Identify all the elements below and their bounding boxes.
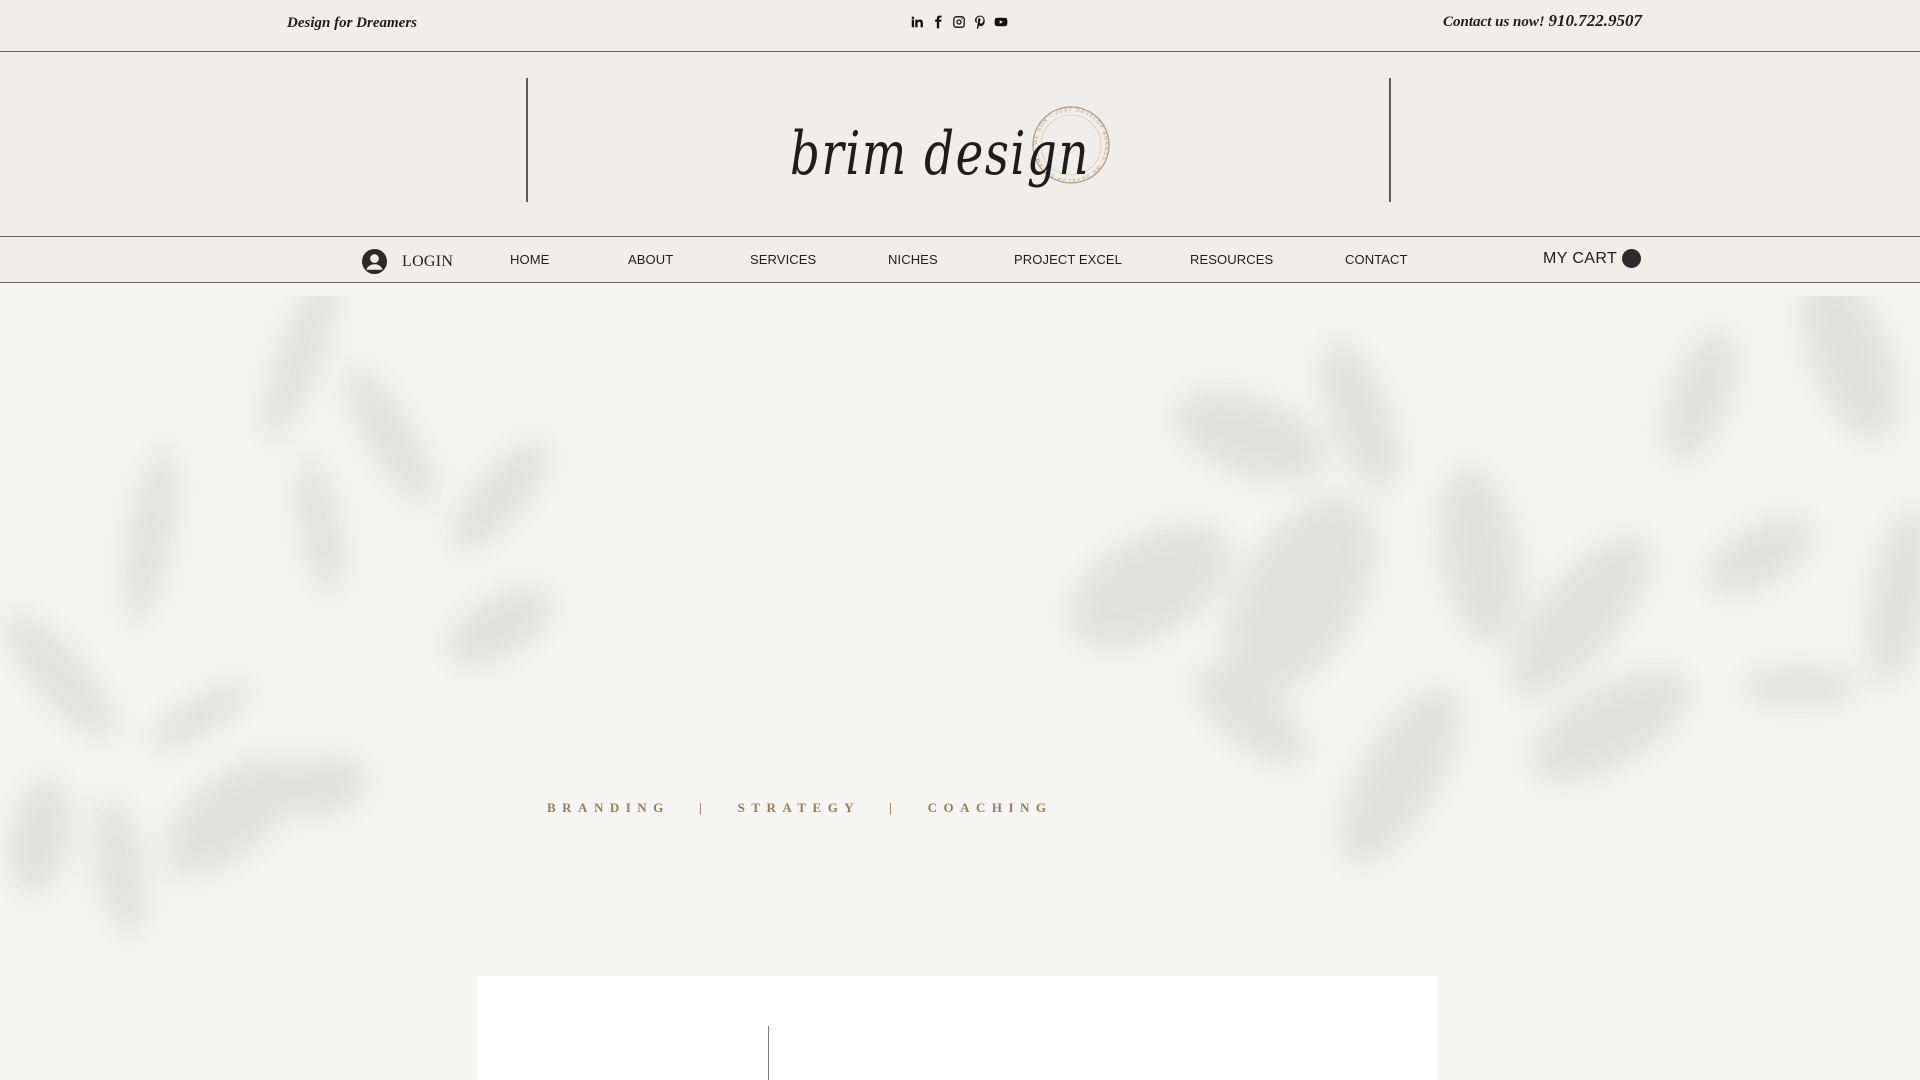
nav-about[interactable]: ABOUT	[628, 252, 673, 267]
site-tagline: Design for Dreamers	[287, 15, 417, 31]
nav-project-excel[interactable]: PROJECT EXCEL	[1014, 252, 1122, 267]
cart-count-badge	[1622, 249, 1642, 268]
login-button[interactable]: LOGIN	[361, 248, 453, 275]
pinterest-icon[interactable]	[972, 14, 987, 29]
nav-services[interactable]: SERVICES	[750, 252, 816, 267]
instagram-icon[interactable]	[951, 14, 966, 29]
facebook-icon[interactable]	[930, 14, 945, 29]
contact-info: Contact us now! 910.722.9507	[1443, 11, 1642, 31]
divider-right	[1389, 78, 1391, 202]
top-bar: Design for Dreamers Contact us now! 910.…	[0, 0, 1920, 52]
login-label: LOGIN	[402, 252, 454, 270]
logo-band: WE DON'T JUST DEVELOP BRANDS, WE DEVELOP…	[0, 52, 1920, 237]
youtube-icon[interactable]	[993, 14, 1008, 29]
content-card	[478, 976, 1438, 1080]
leaf-shadow-background	[4, 296, 1920, 936]
hero-tagline: BRANDING | STRATEGY | COACHING	[547, 800, 1053, 815]
page: Design for Dreamers Contact us now! 910.…	[0, 0, 1920, 1080]
nav-contact[interactable]: CONTACT	[1345, 252, 1408, 267]
card-divider	[768, 1026, 769, 1080]
nav-resources[interactable]: RESOURCES	[1190, 252, 1273, 267]
nav-niches[interactable]: NICHES	[888, 252, 938, 267]
hero: BRANDING | STRATEGY | COACHING	[0, 296, 1920, 1080]
brand-logo[interactable]: WE DON'T JUST DEVELOP BRANDS, WE DEVELOP…	[790, 92, 1120, 222]
user-avatar-icon	[361, 248, 388, 275]
contact-text: Contact us now!	[1443, 14, 1545, 30]
main-nav: LOGIN HOME ABOUT SERVICES NICHES PROJECT…	[0, 237, 1920, 283]
cart-button[interactable]: MY CART	[1543, 249, 1642, 268]
cart-label: MY CART	[1543, 249, 1618, 267]
linkedin-icon[interactable]	[909, 14, 924, 29]
divider-left	[526, 78, 528, 202]
nav-home[interactable]: HOME	[510, 252, 549, 267]
contact-phone[interactable]: 910.722.9507	[1549, 11, 1643, 30]
social-links	[909, 14, 1008, 29]
logo-wordmark: brim design	[790, 119, 1090, 189]
